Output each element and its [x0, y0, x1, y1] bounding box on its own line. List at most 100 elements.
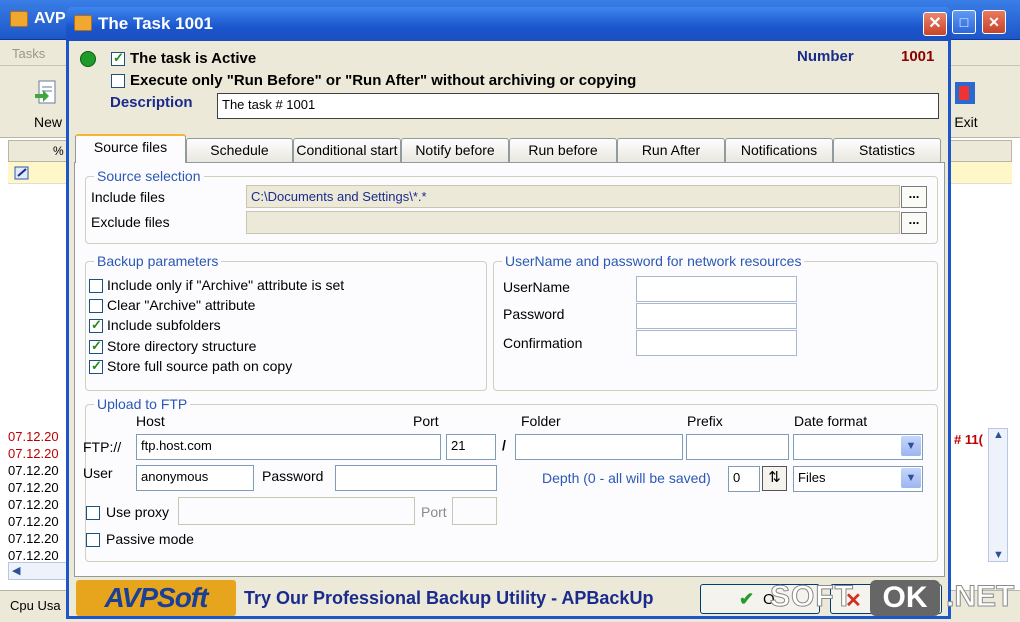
new-button[interactable]: New: [26, 74, 70, 130]
log-date: 07.12.20: [8, 531, 59, 546]
softok-watermark: SOFT OK .NET: [770, 580, 1016, 618]
include-subfolders-label: Include subfolders: [107, 317, 221, 333]
ftp-upload-group: Upload to FTP Host Port Folder Prefix Da…: [83, 396, 938, 562]
store-directory-structure-checkbox[interactable]: [89, 338, 103, 354]
proxy-port-label: Port: [421, 504, 447, 520]
password-label: Password: [503, 306, 565, 322]
ftp-password-input[interactable]: [335, 465, 497, 491]
log-date: 07.12.20: [8, 548, 59, 560]
tab-run-after[interactable]: Run After: [617, 138, 725, 162]
ftp-upload-title: Upload to FTP: [94, 396, 191, 412]
clear-archive-label: Clear "Archive" attribute: [107, 297, 256, 313]
scroll-up-icon[interactable]: ▲: [993, 429, 1004, 441]
ftp-user-input[interactable]: anonymous: [136, 465, 254, 491]
ftp-depth-input[interactable]: 0: [728, 466, 760, 492]
store-full-path-checkbox[interactable]: [89, 358, 103, 374]
task-status-indicator: [80, 51, 96, 67]
log-date: 07.12.20: [8, 480, 59, 495]
ftp-port-input[interactable]: 21: [446, 434, 496, 460]
passive-mode-checkbox[interactable]: [86, 533, 100, 547]
close-icon[interactable]: ✕: [982, 10, 1006, 34]
log-date: 07.12.20: [8, 429, 59, 444]
include-files-browse-button[interactable]: ...: [901, 186, 927, 208]
passive-mode-label: Passive mode: [106, 531, 194, 547]
exclude-files-label: Exclude files: [91, 214, 170, 230]
watermark-net: .NET: [945, 580, 1015, 614]
include-files-input[interactable]: C:\Documents and Settings\*.*: [246, 185, 900, 208]
ftp-host-label: Host: [136, 413, 165, 429]
promo-text[interactable]: Try Our Professional Backup Utility - AP…: [244, 588, 653, 609]
ftp-host-input[interactable]: ftp.host.com: [136, 434, 441, 460]
exit-icon: [955, 82, 975, 104]
password-input[interactable]: [636, 303, 797, 329]
include-files-label: Include files: [91, 189, 165, 205]
app-icon: [10, 11, 28, 27]
exclude-files-browse-button[interactable]: ...: [901, 212, 927, 234]
username-input[interactable]: [636, 276, 797, 302]
tab-statistics[interactable]: Statistics: [833, 138, 941, 162]
menu-tasks[interactable]: Tasks: [12, 46, 45, 61]
confirmation-label: Confirmation: [503, 335, 583, 351]
ftp-prefix-label: Prefix: [687, 413, 723, 429]
chevron-down-icon[interactable]: ▼: [901, 436, 921, 456]
log-list[interactable]: 07.12.20 07.12.20 07.12.20 07.12.20 07.1…: [8, 428, 68, 560]
use-proxy-checkbox[interactable]: [86, 506, 100, 520]
ftp-prefix-input[interactable]: [686, 434, 789, 460]
confirmation-input[interactable]: [636, 330, 797, 356]
archive-attribute-checkbox[interactable]: [89, 279, 103, 293]
archive-attribute-label: Include only if "Archive" attribute is s…: [107, 277, 345, 293]
new-task-icon: [35, 80, 56, 104]
cpu-usage-label: Cpu Usa: [10, 598, 61, 613]
task-active-checkbox[interactable]: [111, 50, 125, 66]
tab-conditional-start[interactable]: Conditional start: [293, 138, 401, 162]
scroll-down-icon[interactable]: ▼: [993, 549, 1004, 561]
proxy-port-input[interactable]: [452, 497, 497, 525]
tab-notify-before[interactable]: Notify before: [401, 138, 509, 162]
edit-icon: [14, 166, 29, 180]
log-date: 07.12.20: [8, 446, 59, 461]
ftp-date-format-select[interactable]: ▼: [793, 434, 923, 460]
dialog-close-icon[interactable]: ✕: [923, 12, 947, 36]
avpsoft-logo: AVPSoft: [76, 580, 236, 616]
use-proxy-label: Use proxy: [106, 504, 170, 520]
grid-column-percent: %: [53, 144, 64, 158]
include-subfolders-checkbox[interactable]: [89, 317, 103, 333]
chevron-down-icon[interactable]: ▼: [901, 468, 921, 488]
task-dialog: The Task 1001 ✕ The task is Active Execu…: [66, 7, 951, 619]
log-date: 07.12.20: [8, 463, 59, 478]
dialog-title: The Task 1001: [98, 14, 213, 33]
backup-parameters-title: Backup parameters: [94, 253, 222, 269]
task-active-label: The task is Active: [130, 50, 257, 67]
scroll-left-icon[interactable]: ◀: [12, 564, 20, 577]
execute-only-label: Execute only "Run Before" or "Run After"…: [130, 72, 637, 89]
proxy-host-input[interactable]: [178, 497, 415, 525]
watermark-ok: OK: [870, 580, 940, 616]
clear-archive-checkbox[interactable]: [89, 299, 103, 313]
source-files-panel: Source selection Include files C:\Docume…: [74, 162, 945, 577]
ftp-depth-label: Depth (0 - all will be saved): [542, 470, 711, 486]
tab-schedule[interactable]: Schedule: [186, 138, 293, 162]
log-date: 07.12.20: [8, 514, 59, 529]
ftp-folder-input[interactable]: [515, 434, 683, 460]
ftp-date-format-label: Date format: [794, 413, 868, 429]
number-value: 1001: [901, 48, 935, 65]
dialog-app-icon: [74, 15, 92, 31]
store-directory-structure-label: Store directory structure: [107, 338, 257, 354]
execute-only-checkbox[interactable]: [111, 74, 125, 88]
check-icon: ✔: [739, 589, 755, 609]
network-credentials-title: UserName and password for network resour…: [502, 253, 805, 269]
log-horizontal-scrollbar[interactable]: ◀: [8, 562, 68, 580]
description-input[interactable]: The task # 1001: [217, 93, 939, 119]
exit-button-label: Exit: [954, 114, 978, 130]
depth-spinner-icon[interactable]: ⇅: [762, 466, 787, 491]
ftp-password-label: Password: [262, 468, 324, 484]
tab-run-before[interactable]: Run before: [509, 138, 617, 162]
source-selection-group: Source selection Include files C:\Docume…: [85, 168, 938, 244]
new-button-label: New: [33, 114, 62, 130]
tab-source-files[interactable]: Source files: [75, 134, 186, 163]
log-vertical-scrollbar[interactable]: ▲ ▼: [988, 428, 1008, 562]
main-window-title: AVP: [34, 10, 66, 27]
maximize-icon[interactable]: □: [952, 10, 976, 34]
tab-notifications[interactable]: Notifications: [725, 138, 833, 162]
exclude-files-input[interactable]: [246, 211, 900, 234]
